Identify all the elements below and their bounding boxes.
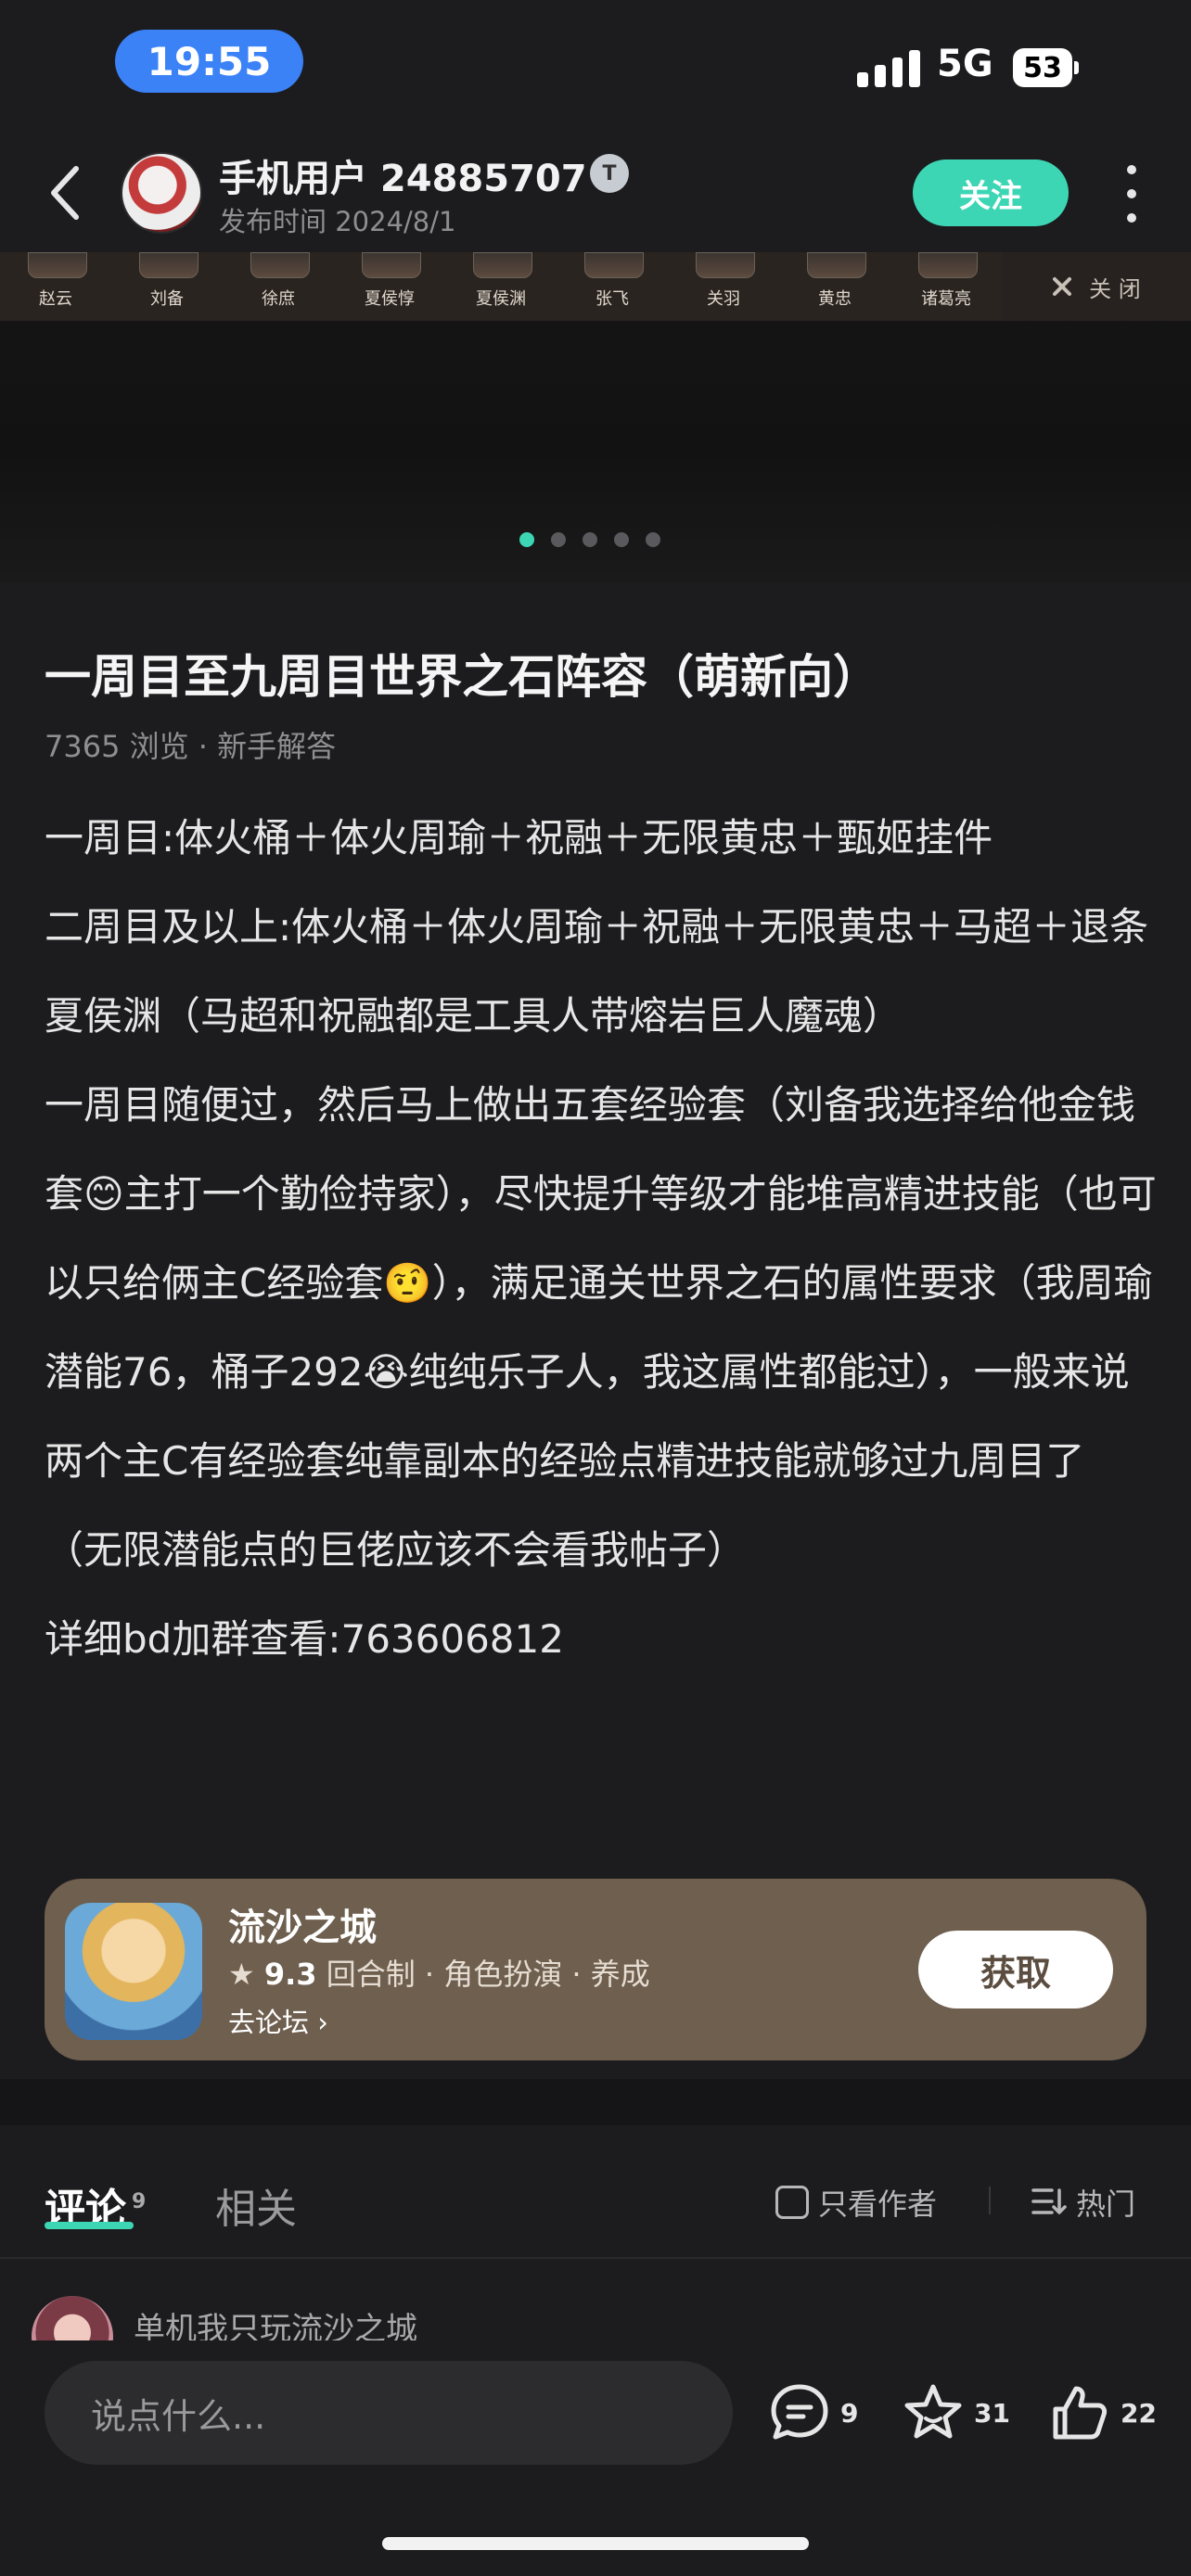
battery-tip [1074, 61, 1079, 74]
more-options-button[interactable] [1113, 165, 1150, 223]
dot [1127, 165, 1136, 174]
post-body: 一周目:体火桶＋体火周瑜＋祝融＋无限黄忠＋甄姬挂件 二周目及以上:体火桶＋体火周… [45, 794, 1158, 1684]
hero-item: 夏侯渊 [445, 252, 557, 321]
hero-item: 张飞 [557, 252, 668, 321]
network-type: 5G [937, 43, 993, 85]
comment-action[interactable]: 9 [766, 2379, 858, 2446]
go-forum-label: 去论坛 [228, 2007, 310, 2038]
home-indicator [382, 2537, 809, 2550]
author-username[interactable]: 手机用户 24885707 [219, 148, 587, 202]
close-text: 关 闭 [1089, 275, 1141, 302]
hero-name: 赵云 [39, 289, 72, 309]
get-game-button[interactable]: 获取 [918, 1931, 1113, 2009]
carousel-dot[interactable] [583, 532, 597, 547]
checkbox-icon [775, 2186, 809, 2219]
hero-strip: 赵云 刘备 徐庶 夏侯惇 夏侯渊 张飞 关羽 黄忠 诸葛亮 [0, 252, 1002, 321]
active-tab-indicator [45, 2222, 134, 2229]
hero-name: 夏侯渊 [476, 289, 526, 309]
post-title: 一周目至九周目世界之石阵容（萌新向） [45, 650, 879, 704]
like-count: 22 [1121, 2397, 1157, 2429]
hero-item: 黄忠 [779, 252, 890, 321]
hero-item: 关羽 [668, 252, 779, 321]
battery-level: 53 [1013, 48, 1072, 87]
game-meta: ★ 9.3 回合制 · 角色扮演 · 养成 [228, 1951, 650, 1994]
follow-button[interactable]: 关注 [913, 159, 1069, 226]
body-paragraph[interactable]: 详细bd加群查看:763606812 [45, 1595, 1158, 1684]
go-forum-link[interactable]: 去论坛 › [228, 2001, 328, 2040]
thumbs-up-icon [1053, 2386, 1108, 2440]
game-icon[interactable] [65, 1903, 202, 2040]
hero-name: 黄忠 [818, 289, 852, 309]
game-name: 流沙之城 [228, 1906, 377, 1949]
hero-item: 刘备 [111, 252, 223, 321]
body-paragraph: 二周目及以上:体火桶＋体火周瑜＋祝融＋无限黄忠＋马超＋退条夏侯渊（马超和祝融都是… [45, 904, 1149, 1039]
comment-bubble-icon [771, 2384, 828, 2440]
body-paragraph: 一周目随便过，然后马上做出五套经验套（刘备我选择给他金钱套😊主打一个勤俭持家），… [45, 1082, 1157, 1573]
hero-name: 刘备 [150, 289, 184, 309]
tab-comments-count: 9 [132, 2190, 147, 2214]
sort-icon [1031, 2188, 1067, 2214]
favorite-count: 31 [974, 2397, 1010, 2429]
carousel-dot[interactable] [519, 532, 534, 547]
hero-item: 赵云 [0, 252, 111, 321]
hero-name: 徐庶 [262, 289, 295, 309]
only-author-label: 只看作者 [818, 2187, 938, 2222]
carousel-dot[interactable] [551, 532, 566, 547]
dot [1127, 189, 1136, 198]
hero-item: 诸葛亮 [890, 252, 1002, 321]
cellular-signal-icon [857, 43, 920, 87]
image-close-label: 关 闭 [1002, 252, 1191, 321]
only-author-toggle[interactable]: 只看作者 [775, 2181, 937, 2224]
game-tags: 回合制 · 角色扮演 · 养成 [326, 1957, 650, 1992]
status-time: 19:55 [115, 30, 303, 93]
hero-name: 诸葛亮 [921, 289, 971, 309]
hero-name: 夏侯惇 [365, 289, 415, 309]
sort-label: 热门 [1076, 2187, 1136, 2222]
post-meta: 7365 浏览 · 新手解答 [45, 729, 337, 764]
hero-name: 关羽 [707, 289, 740, 309]
star-outline-icon [904, 2384, 962, 2439]
divider [0, 2257, 1191, 2259]
sort-hot-button[interactable]: 热门 [1031, 2181, 1135, 2224]
publish-time: 发布时间 2024/8/1 [219, 206, 456, 237]
author-avatar[interactable] [121, 152, 202, 234]
game-rating: 9.3 [263, 1957, 317, 1992]
chevron-left-icon [51, 166, 79, 220]
dot [1127, 213, 1136, 223]
user-level-badge: T [590, 154, 629, 193]
body-paragraph: 一周目:体火桶＋体火周瑜＋祝融＋无限黄忠＋甄姬挂件 [45, 815, 993, 861]
like-action[interactable]: 22 [1046, 2379, 1157, 2446]
comment-input[interactable]: 说点什么... [45, 2361, 733, 2465]
chevron-right-icon: › [317, 2007, 328, 2038]
hero-item: 徐庶 [223, 252, 334, 321]
hero-name: 张飞 [596, 289, 629, 309]
carousel-dot[interactable] [614, 532, 629, 547]
favorite-action[interactable]: 31 [900, 2379, 1010, 2446]
star-icon: ★ [228, 1957, 255, 1992]
carousel-indicator [519, 532, 660, 547]
divider [989, 2187, 991, 2214]
carousel-dot[interactable] [646, 532, 660, 547]
section-divider [0, 2079, 1191, 2125]
hero-item: 夏侯惇 [334, 252, 445, 321]
back-button[interactable] [37, 156, 93, 230]
tab-related[interactable]: 相关 [215, 2175, 297, 2235]
close-icon [1053, 277, 1072, 296]
comment-count: 9 [840, 2397, 859, 2429]
